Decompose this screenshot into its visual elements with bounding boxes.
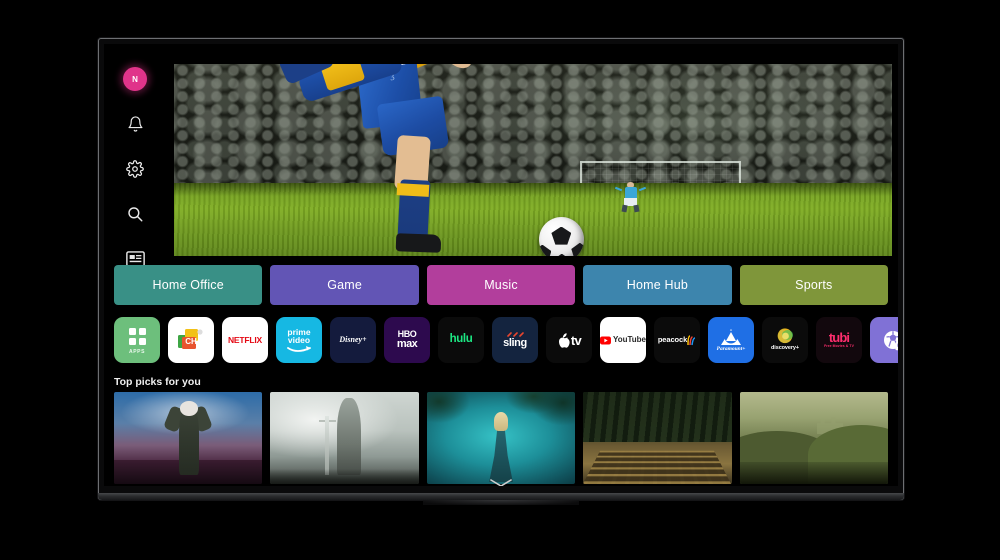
television-set: N 3 Home Office Game Music Home Hub Spor…: [98, 38, 904, 505]
app-tile-label: discovery+: [771, 345, 799, 352]
category-tile-label: Music: [484, 278, 518, 292]
app-tile-label: CH: [185, 337, 197, 346]
top-picks-heading: Top picks for you: [114, 376, 201, 388]
youtube-icon: YouTube: [600, 317, 646, 363]
app-tile-sling[interactable]: sling: [492, 317, 538, 363]
app-tile-sublabel: Free Movies & TV: [824, 343, 854, 348]
top-pick-thumbnail[interactable]: [739, 392, 889, 484]
sidebar-item-settings[interactable]: [121, 155, 149, 183]
app-tile-paramount[interactable]: Paramount+: [708, 317, 754, 363]
tv-lower-bezel: [98, 493, 904, 500]
sidebar-item-profile[interactable]: N: [121, 65, 149, 93]
category-tile-row: Home Office Game Music Home Hub Sports: [114, 265, 889, 305]
app-tile-apps[interactable]: APPS: [114, 317, 160, 363]
category-tile-label: Home Hub: [626, 278, 689, 292]
peacock-icon: peacock: [654, 317, 700, 363]
paramount-plus-icon: Paramount+: [708, 317, 754, 363]
app-tile-sublabel: video: [287, 335, 311, 345]
app-tile-label: YouTube: [612, 335, 646, 344]
apple-tv-icon: tv: [546, 317, 592, 363]
app-tile-hulu[interactable]: hulu: [438, 317, 484, 363]
top-pick-thumbnail[interactable]: [270, 392, 419, 484]
top-pick-thumbnail[interactable]: [583, 392, 732, 484]
sidebar-item-search[interactable]: [121, 200, 149, 228]
sidebar-item-notifications[interactable]: [121, 110, 149, 138]
tubi-icon: tubi Free Movies & TV: [816, 317, 862, 363]
prime-video-icon: prime video: [276, 317, 322, 363]
hulu-icon: hulu: [438, 317, 484, 363]
sling-icon: sling: [492, 317, 538, 363]
avatar-initial: N: [132, 74, 138, 84]
app-tile-disney-plus[interactable]: Disney+: [330, 317, 376, 363]
app-tile-sports-app[interactable]: [870, 317, 898, 363]
app-tile-label: APPS: [128, 348, 146, 355]
app-tile-hbo-max[interactable]: HBO max: [384, 317, 430, 363]
app-tile-label: tubi: [828, 329, 850, 345]
category-tile-label: Sports: [795, 278, 833, 292]
soccer-ball: [538, 216, 584, 256]
hero-image: 3: [174, 64, 892, 256]
app-tile-discovery[interactable]: discovery+: [762, 317, 808, 363]
app-tile-apple-tv[interactable]: tv: [546, 317, 592, 363]
category-tile-label: Game: [327, 278, 363, 292]
app-tile-label: Disney+: [339, 335, 367, 344]
app-tile-label: Paramount+: [716, 345, 746, 352]
app-tile-label: NETFLIX: [227, 334, 262, 345]
app-tile-label: peacock: [657, 335, 688, 345]
bell-icon: [128, 116, 142, 132]
chevron-down-icon: [490, 479, 512, 486]
category-tile-game[interactable]: Game: [270, 265, 419, 305]
soccer-ball-icon: [870, 317, 898, 363]
top-pick-thumbnail[interactable]: [114, 392, 263, 484]
discovery-plus-icon: discovery+: [762, 317, 808, 363]
app-tile-youtube[interactable]: YouTube: [600, 317, 646, 363]
category-tile-music[interactable]: Music: [426, 265, 576, 305]
scroll-down-hint[interactable]: [489, 475, 513, 486]
tv-screen: N 3 Home Office Game Music Home Hub Spor…: [104, 44, 898, 486]
avatar[interactable]: N: [123, 67, 147, 91]
top-picks-row: [114, 392, 889, 484]
app-tile-netflix[interactable]: NETFLIX: [222, 317, 268, 363]
category-tile-label: Home Office: [152, 278, 224, 292]
netflix-icon: NETFLIX: [222, 317, 268, 363]
home-dashboard: N 3 Home Office Game Music Home Hub Spor…: [104, 44, 898, 486]
app-tile-label: sling: [503, 336, 527, 349]
app-tile-sublabel: max: [396, 338, 418, 350]
hero-banner[interactable]: 3: [174, 64, 892, 256]
category-tile-home-office[interactable]: Home Office: [114, 265, 263, 305]
goalkeeper: [615, 182, 647, 213]
app-tile-peacock[interactable]: peacock: [654, 317, 700, 363]
disney-plus-icon: Disney+: [330, 317, 376, 363]
category-tile-home-hub[interactable]: Home Hub: [583, 265, 732, 305]
app-tile-prime-video[interactable]: prime video: [276, 317, 322, 363]
app-tile-tubi[interactable]: tubi Free Movies & TV: [816, 317, 862, 363]
tv-stand: [423, 500, 579, 505]
hbo-max-icon: HBO max: [384, 317, 430, 363]
category-tile-sports[interactable]: Sports: [739, 265, 889, 305]
app-launcher-row: APPS CH NETFLIX prime video Disney+ HBO max hulu…: [114, 317, 898, 365]
app-tile-label: hulu: [449, 333, 473, 346]
grid-apps-icon: APPS: [114, 317, 160, 363]
app-tile-channels[interactable]: CH: [168, 317, 214, 363]
gear-icon: [126, 160, 144, 178]
top-pick-thumbnail[interactable]: [426, 392, 576, 484]
search-icon: [128, 207, 143, 222]
app-tile-label: tv: [570, 332, 582, 348]
